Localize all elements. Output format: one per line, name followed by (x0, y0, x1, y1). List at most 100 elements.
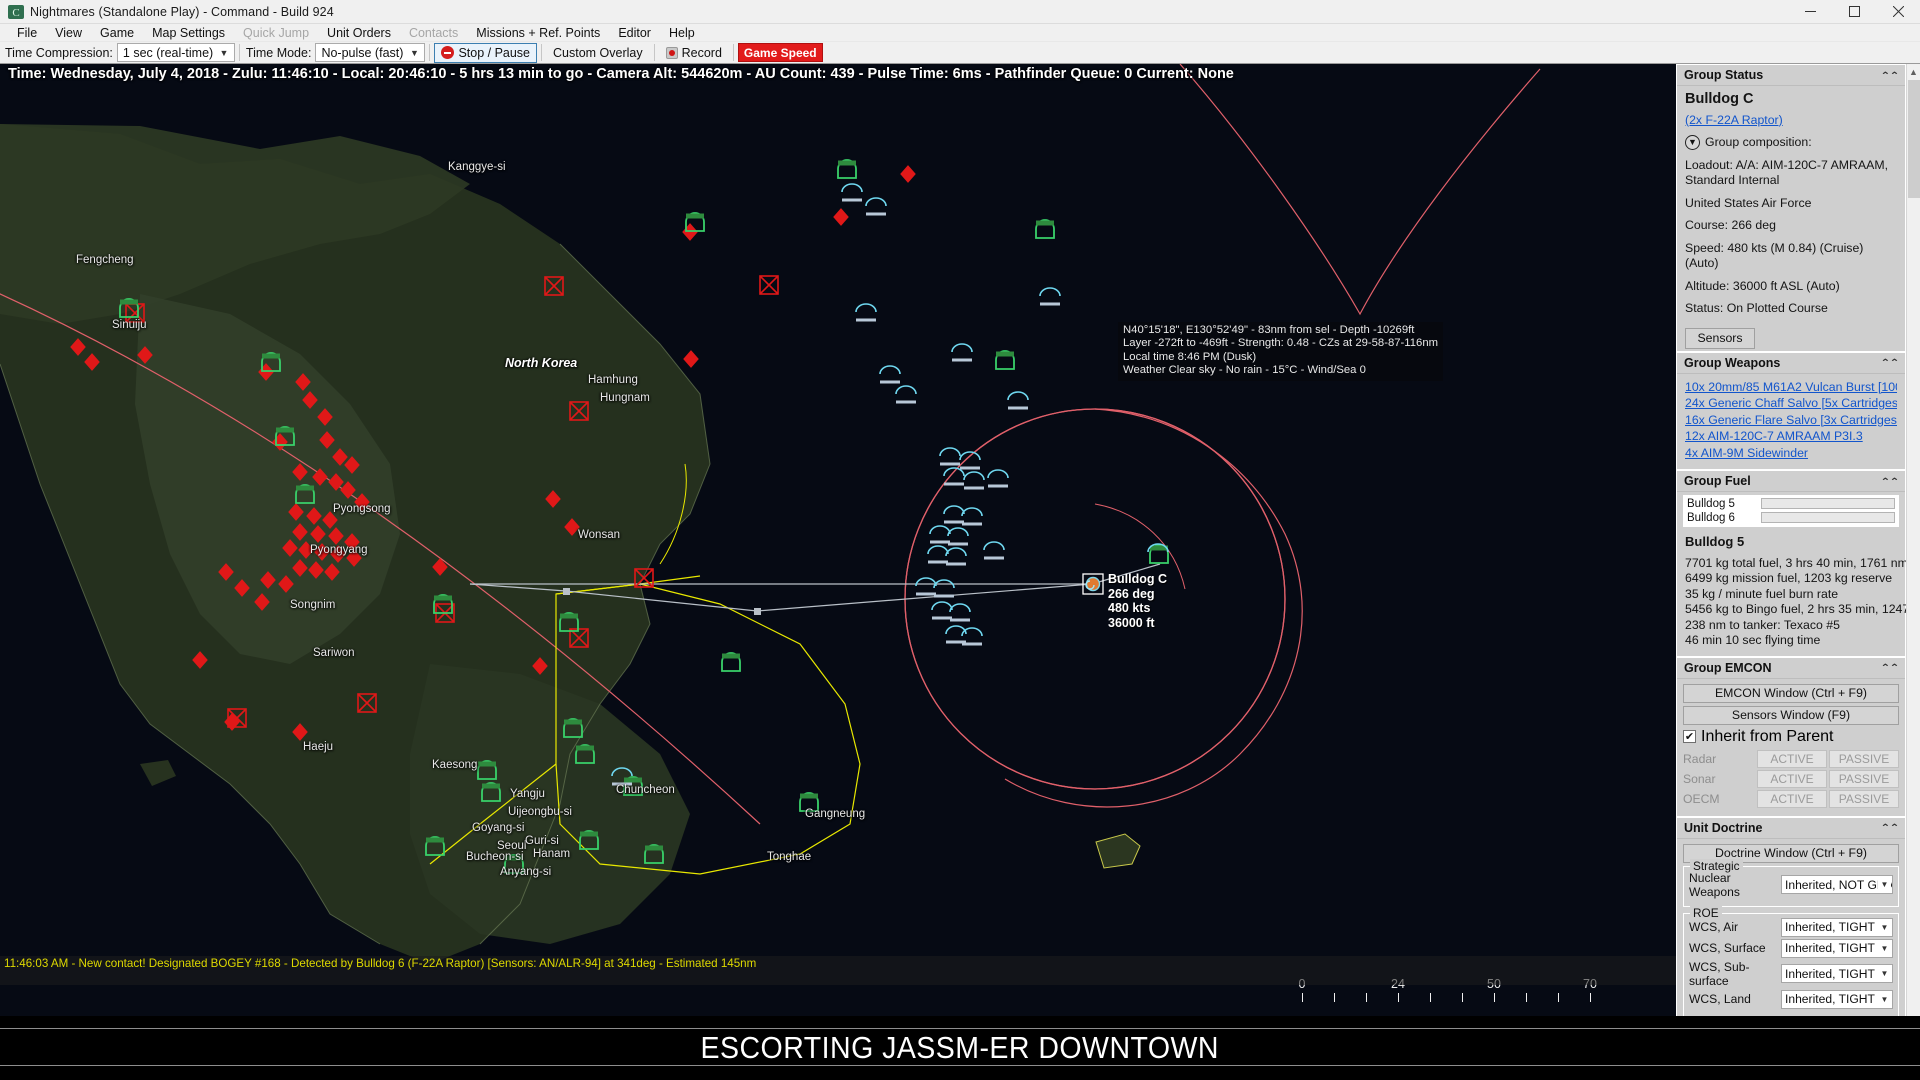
command-app-icon: C (7, 3, 25, 21)
oecm-active-button[interactable]: ACTIVE (1757, 790, 1827, 808)
group-altitude: Altitude: 36000 ft ASL (Auto) (1685, 279, 1897, 295)
weapon-item[interactable]: 16x Generic Flare Salvo [3x Cartridges, … (1685, 413, 1897, 429)
group-emcon-title: Group EMCON (1684, 661, 1772, 675)
group-fuel-detail: Bulldog 5 7701 kg total fuel, 3 hrs 40 m… (1677, 532, 1905, 656)
stop-icon (441, 46, 454, 59)
time-mode-select[interactable]: No-pulse (fast) ▼ (315, 43, 425, 62)
banner-rule-bottom (0, 1065, 1920, 1066)
time-compression-select[interactable]: 1 sec (real-time) ▼ (117, 43, 235, 62)
menu-game[interactable]: Game (91, 25, 143, 41)
scrollbar-thumb[interactable] (1908, 80, 1920, 198)
unit-label-course: 266 deg (1108, 587, 1167, 602)
chevron-up-icon[interactable]: ⌃⌃ (1881, 70, 1899, 80)
menu-editor[interactable]: Editor (609, 25, 660, 41)
chevron-up-icon[interactable]: ⌃⌃ (1881, 823, 1899, 833)
map-status-message[interactable]: 11:46:03 AM - New contact! Designated BO… (0, 956, 1676, 985)
chevron-down-icon: ▼ (1878, 940, 1891, 957)
unit-doctrine-title: Unit Doctrine (1684, 821, 1762, 835)
fuel-row: Bulldog 6 (1685, 511, 1897, 524)
map-place-label: Hungnam (600, 392, 650, 404)
menu-quick-jump: Quick Jump (234, 25, 318, 41)
wcs-land-select[interactable]: Inherited, TIGHT - fi ▼ (1781, 990, 1893, 1009)
maximize-icon[interactable] (1832, 0, 1876, 24)
radar-passive-button[interactable]: PASSIVE (1829, 750, 1899, 768)
chevron-up-icon[interactable]: ⌃⌃ (1881, 663, 1899, 673)
map-place-label: Sinuiju (112, 319, 147, 331)
sensors-window-button[interactable]: Sensors Window (F9) (1683, 706, 1899, 725)
wcs-surface-label: WCS, Surface (1689, 941, 1781, 955)
oecm-passive-button[interactable]: PASSIVE (1829, 790, 1899, 808)
scroll-up-icon[interactable]: ▲ (1907, 64, 1920, 80)
sonar-passive-button[interactable]: PASSIVE (1829, 770, 1899, 788)
radar-active-button[interactable]: ACTIVE (1757, 750, 1827, 768)
record-button[interactable]: Record (659, 43, 729, 63)
chevron-down-circle-icon[interactable]: ▼ (1685, 135, 1700, 150)
nuclear-weapons-select[interactable]: Inherited, NOT GRA ▼ (1781, 875, 1893, 894)
map-time-bar: Time: Wednesday, July 4, 2018 - Zulu: 11… (0, 64, 1676, 84)
emcon-row-radar: Radar ACTIVE PASSIVE (1683, 750, 1899, 768)
group-weapons-header[interactable]: Group Weapons ⌃⌃ (1677, 353, 1905, 374)
close-icon[interactable] (1876, 0, 1920, 24)
emcon-row-oecm: OECM ACTIVE PASSIVE (1683, 790, 1899, 808)
map-place-label: Chuncheon (616, 784, 675, 796)
chevron-down-icon: ▼ (1878, 919, 1891, 936)
menu-unit-orders[interactable]: Unit Orders (318, 25, 400, 41)
menu-view[interactable]: View (46, 25, 91, 41)
emcon-window-button[interactable]: EMCON Window (Ctrl + F9) (1683, 684, 1899, 703)
fuel-bar-group: Bulldog 5 Bulldog 6 (1683, 495, 1899, 527)
tactical-map[interactable]: Kanggye-siFengchengSinuijuNorth KoreaHam… (0, 64, 1676, 1016)
wcs-surface-select[interactable]: Inherited, TIGHT - fi ▼ (1781, 939, 1893, 958)
group-weapons-title: Group Weapons (1684, 356, 1780, 370)
map-place-label: Pyongsong (333, 503, 391, 515)
weapon-item[interactable]: 12x AIM-120C-7 AMRAAM P3I.3 (1685, 429, 1897, 445)
chevron-up-icon[interactable]: ⌃⌃ (1881, 476, 1899, 486)
weapon-item[interactable]: 4x AIM-9M Sidewinder (1685, 446, 1897, 462)
inherit-label: Inherit from Parent (1701, 728, 1834, 746)
unit-type-link[interactable]: (2x F-22A Raptor) (1685, 113, 1897, 129)
map-place-label: Haeju (303, 741, 333, 753)
weapon-item[interactable]: 24x Generic Chaff Salvo [5x Cartridges] (1685, 396, 1897, 412)
inherit-from-parent-row[interactable]: ✔ Inherit from Parent (1683, 728, 1899, 746)
wcs-surface-value: Inherited, TIGHT - fi (1785, 941, 1891, 955)
fuel-row: Bulldog 5 (1685, 497, 1897, 510)
wcs-subsurface-label: WCS, Sub-surface (1689, 960, 1781, 988)
inherit-checkbox[interactable]: ✔ (1683, 730, 1696, 743)
group-emcon-header[interactable]: Group EMCON ⌃⌃ (1677, 658, 1905, 679)
mouseover-line-weather: Weather Clear sky - No rain - 15°C - Win… (1123, 364, 1438, 377)
emcon-label-oecm: OECM (1683, 792, 1755, 806)
game-speed-button[interactable]: Game Speed (738, 43, 823, 62)
group-status-title: Group Status (1684, 68, 1763, 82)
window-titlebar: C Nightmares (Standalone Play) - Command… (0, 0, 1920, 24)
selected-unit-map-label[interactable]: Bulldog C 266 deg 480 kts 36000 ft (1108, 572, 1167, 630)
wcs-air-select[interactable]: Inherited, TIGHT - fi ▼ (1781, 918, 1893, 937)
chevron-up-icon[interactable]: ⌃⌃ (1881, 358, 1899, 368)
map-place-label: Gangneung (805, 808, 865, 820)
unit-doctrine-header[interactable]: Unit Doctrine ⌃⌃ (1677, 818, 1905, 839)
menu-missions-ref-points[interactable]: Missions + Ref. Points (467, 25, 609, 41)
weapon-item[interactable]: 10x 20mm/85 M61A2 Vulcan Burst [100 rnds… (1685, 380, 1897, 396)
group-course: Course: 266 deg (1685, 218, 1897, 234)
group-composition-label: Group composition: (1705, 135, 1812, 151)
record-label: Record (682, 46, 722, 60)
map-place-label: Anyang-si (500, 866, 551, 878)
group-composition-row[interactable]: ▼ Group composition: (1685, 135, 1897, 151)
map-place-label: Fengcheng (76, 254, 134, 266)
unit-label-altitude: 36000 ft (1108, 616, 1167, 631)
menu-help[interactable]: Help (660, 25, 704, 41)
group-fuel-header[interactable]: Group Fuel ⌃⌃ (1677, 471, 1905, 492)
sidebar-scrollbar[interactable]: ▲ (1906, 64, 1920, 1016)
time-compression-label: Time Compression: (5, 46, 113, 60)
map-place-label: North Korea (505, 356, 577, 370)
sonar-active-button[interactable]: ACTIVE (1757, 770, 1827, 788)
wcs-land-value: Inherited, TIGHT - fi (1785, 992, 1891, 1006)
menu-map-settings[interactable]: Map Settings (143, 25, 234, 41)
group-status-header[interactable]: Group Status ⌃⌃ (1677, 65, 1905, 86)
stop-pause-button[interactable]: Stop / Pause (434, 43, 537, 63)
menu-file[interactable]: File (8, 25, 46, 41)
custom-overlay-button[interactable]: Custom Overlay (546, 43, 650, 63)
map-place-label: Uijeongbu-si (508, 806, 572, 818)
unit-label-name: Bulldog C (1108, 572, 1167, 587)
wcs-subsurface-select[interactable]: Inherited, TIGHT - fi ▼ (1781, 964, 1893, 983)
sensors-button[interactable]: Sensors (1685, 328, 1755, 349)
minimize-icon[interactable] (1788, 0, 1832, 24)
